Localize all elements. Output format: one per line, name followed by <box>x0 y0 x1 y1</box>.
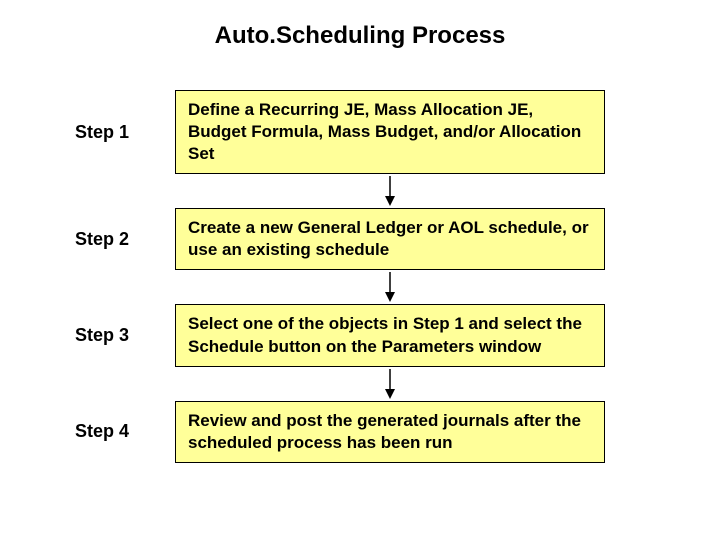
diagram-title: Auto.Scheduling Process <box>0 0 720 50</box>
step-row: Step 4 Review and post the generated jou… <box>75 401 720 463</box>
step-box-1: Define a Recurring JE, Mass Allocation J… <box>175 90 605 174</box>
arrow-down-icon <box>383 272 397 302</box>
step-box-3: Select one of the objects in Step 1 and … <box>175 304 605 366</box>
process-diagram: Step 1 Define a Recurring JE, Mass Alloc… <box>0 90 720 463</box>
step-label-4: Step 4 <box>75 421 175 442</box>
arrow-connector <box>175 270 605 304</box>
step-box-2: Create a new General Ledger or AOL sched… <box>175 208 605 270</box>
step-label-3: Step 3 <box>75 325 175 346</box>
arrow-connector <box>175 174 605 208</box>
step-row: Step 1 Define a Recurring JE, Mass Alloc… <box>75 90 720 174</box>
arrow-down-icon <box>383 176 397 206</box>
step-label-2: Step 2 <box>75 229 175 250</box>
step-box-4: Review and post the generated journals a… <box>175 401 605 463</box>
step-row: Step 3 Select one of the objects in Step… <box>75 304 720 366</box>
arrow-connector <box>175 367 605 401</box>
step-row: Step 2 Create a new General Ledger or AO… <box>75 208 720 270</box>
arrow-down-icon <box>383 369 397 399</box>
step-label-1: Step 1 <box>75 122 175 143</box>
